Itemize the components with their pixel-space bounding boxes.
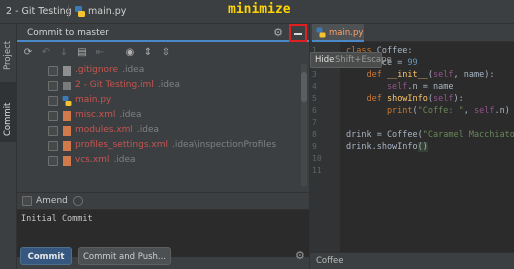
minimize-annotation: minimize bbox=[228, 2, 291, 17]
current-file-name[interactable]: main.py bbox=[88, 6, 126, 17]
tab-commit-label: Commit bbox=[3, 102, 13, 136]
commit-message-text: Initial Commit bbox=[21, 214, 93, 224]
eye-icon[interactable]: ◉ bbox=[123, 46, 137, 60]
list-item[interactable]: 2 - Git Testing.iml .idea bbox=[17, 79, 309, 93]
code-line: print("Coffe: ", self.n) bbox=[346, 106, 510, 116]
file-checkbox[interactable] bbox=[48, 156, 58, 166]
line-number: 4 bbox=[312, 82, 317, 91]
line-number: 9 bbox=[312, 142, 317, 151]
commit-button[interactable]: Commit bbox=[20, 247, 72, 265]
update-icon[interactable]: ↓ bbox=[57, 46, 71, 60]
commit-panel-title: Commit to master bbox=[27, 28, 109, 38]
file-checkbox[interactable] bbox=[48, 96, 58, 106]
amend-row: Amend bbox=[17, 192, 309, 208]
module-file-icon bbox=[63, 82, 71, 90]
file-label: vcs.xml .idea bbox=[75, 155, 136, 165]
tab-main-py[interactable]: main.py bbox=[312, 24, 364, 42]
commit-panel-header: Commit to master ⚙ bbox=[17, 24, 309, 42]
xml-file-icon bbox=[63, 111, 71, 121]
refresh-icon[interactable]: ⟳ bbox=[21, 46, 35, 60]
shelve-icon[interactable]: ▤ bbox=[75, 46, 89, 60]
file-list-scrollbar[interactable] bbox=[301, 64, 307, 186]
code-line: self.n = name bbox=[346, 82, 454, 92]
file-checkbox[interactable] bbox=[48, 141, 58, 151]
python-file-icon bbox=[62, 96, 72, 106]
expand-all-icon[interactable]: ⇕ bbox=[141, 46, 155, 60]
file-label: modules.xml .idea bbox=[75, 125, 160, 135]
commit-button-row: Commit Commit and Push... ⚙ bbox=[17, 247, 309, 269]
collapse-all-icon[interactable]: ⇳ bbox=[159, 46, 173, 60]
changed-files-list: .gitignore .idea 2 - Git Testing.iml .idea… bbox=[17, 64, 309, 190]
list-item[interactable]: .gitignore .idea bbox=[17, 64, 309, 78]
code-line: drink.showInfo() bbox=[346, 142, 428, 152]
tool-window-strip: Project Commit bbox=[0, 24, 17, 269]
file-checkbox[interactable] bbox=[48, 66, 58, 76]
scrollbar-thumb[interactable] bbox=[301, 72, 307, 102]
editor-tabs: main.py bbox=[310, 24, 514, 42]
tab-label: main.py bbox=[329, 28, 364, 38]
project-name[interactable]: 2 - Git Testing bbox=[6, 6, 72, 17]
list-item[interactable]: main.py bbox=[17, 94, 309, 108]
code-editor[interactable]: class Coffee: price = 99 def __init__(se… bbox=[346, 42, 514, 252]
line-number: 11 bbox=[312, 166, 322, 175]
xml-file-icon bbox=[63, 156, 71, 166]
file-label: .gitignore .idea bbox=[75, 65, 145, 75]
tab-project[interactable]: Project bbox=[0, 24, 17, 74]
gear-icon[interactable]: ⚙ bbox=[295, 249, 305, 262]
minimize-button[interactable] bbox=[289, 24, 307, 42]
amend-label[interactable]: Amend bbox=[36, 196, 68, 206]
file-label: profiles_settings.xml .idea\inspectionPro… bbox=[75, 140, 277, 150]
file-label: misc.xml .idea bbox=[75, 110, 142, 120]
xml-file-icon bbox=[63, 141, 71, 151]
code-line: def __init__(self, name): bbox=[346, 70, 495, 80]
python-file-icon bbox=[316, 27, 326, 38]
python-file-icon bbox=[75, 6, 85, 17]
hide-tooltip: Hide Shift+Escape bbox=[310, 52, 392, 68]
text-file-icon bbox=[63, 66, 71, 76]
tab-commit[interactable]: Commit bbox=[0, 82, 17, 142]
commit-and-push-button[interactable]: Commit and Push... bbox=[78, 247, 171, 265]
breadcrumb: Coffee bbox=[310, 252, 514, 269]
gear-icon[interactable]: ⚙ bbox=[272, 27, 284, 39]
list-item[interactable]: profiles_settings.xml .idea\inspectionPro… bbox=[17, 139, 309, 153]
file-checkbox[interactable] bbox=[48, 126, 58, 136]
line-number: 8 bbox=[312, 130, 317, 139]
tooltip-label: Hide bbox=[315, 55, 335, 65]
line-number: 3 bbox=[312, 70, 317, 79]
file-checkbox[interactable] bbox=[48, 111, 58, 121]
commit-toolbar: ⟳ ↶ ↓ ▤ ⇤ ◉ ⇕ ⇳ bbox=[17, 44, 309, 62]
xml-file-icon bbox=[63, 126, 71, 136]
tab-project-label: Project bbox=[3, 40, 13, 70]
rollback-icon[interactable]: ↶ bbox=[39, 46, 53, 60]
commit-panel: Commit to master ⚙ ⟳ ↶ ↓ ▤ ⇤ ◉ ⇕ ⇳ .giti… bbox=[17, 24, 309, 269]
code-line: drink = Coffee("Caramel Macchiato") bbox=[346, 130, 514, 140]
line-number: 6 bbox=[312, 106, 317, 115]
file-checkbox[interactable] bbox=[48, 81, 58, 91]
file-label: main.py bbox=[75, 95, 112, 105]
clock-icon[interactable] bbox=[73, 196, 83, 206]
line-number: 10 bbox=[312, 154, 322, 163]
file-label: 2 - Git Testing.iml .idea bbox=[75, 80, 180, 90]
line-number-gutter: 1 2 3 4 5 6 7 8 9 10 11 bbox=[310, 42, 340, 252]
list-item[interactable]: modules.xml .idea bbox=[17, 124, 309, 138]
minimize-icon bbox=[294, 33, 302, 35]
amend-checkbox[interactable] bbox=[22, 196, 32, 206]
tooltip-shortcut: Shift+Escape bbox=[335, 55, 392, 65]
breadcrumb-item[interactable]: Coffee bbox=[316, 256, 343, 266]
list-item[interactable]: vcs.xml .idea bbox=[17, 154, 309, 168]
line-number: 5 bbox=[312, 94, 317, 103]
line-number: 7 bbox=[312, 118, 317, 127]
code-line: def showInfo(self): bbox=[346, 94, 464, 104]
title-separator bbox=[68, 5, 69, 18]
show-diff-icon[interactable]: ⇤ bbox=[93, 46, 107, 60]
list-item[interactable]: misc.xml .idea bbox=[17, 109, 309, 123]
